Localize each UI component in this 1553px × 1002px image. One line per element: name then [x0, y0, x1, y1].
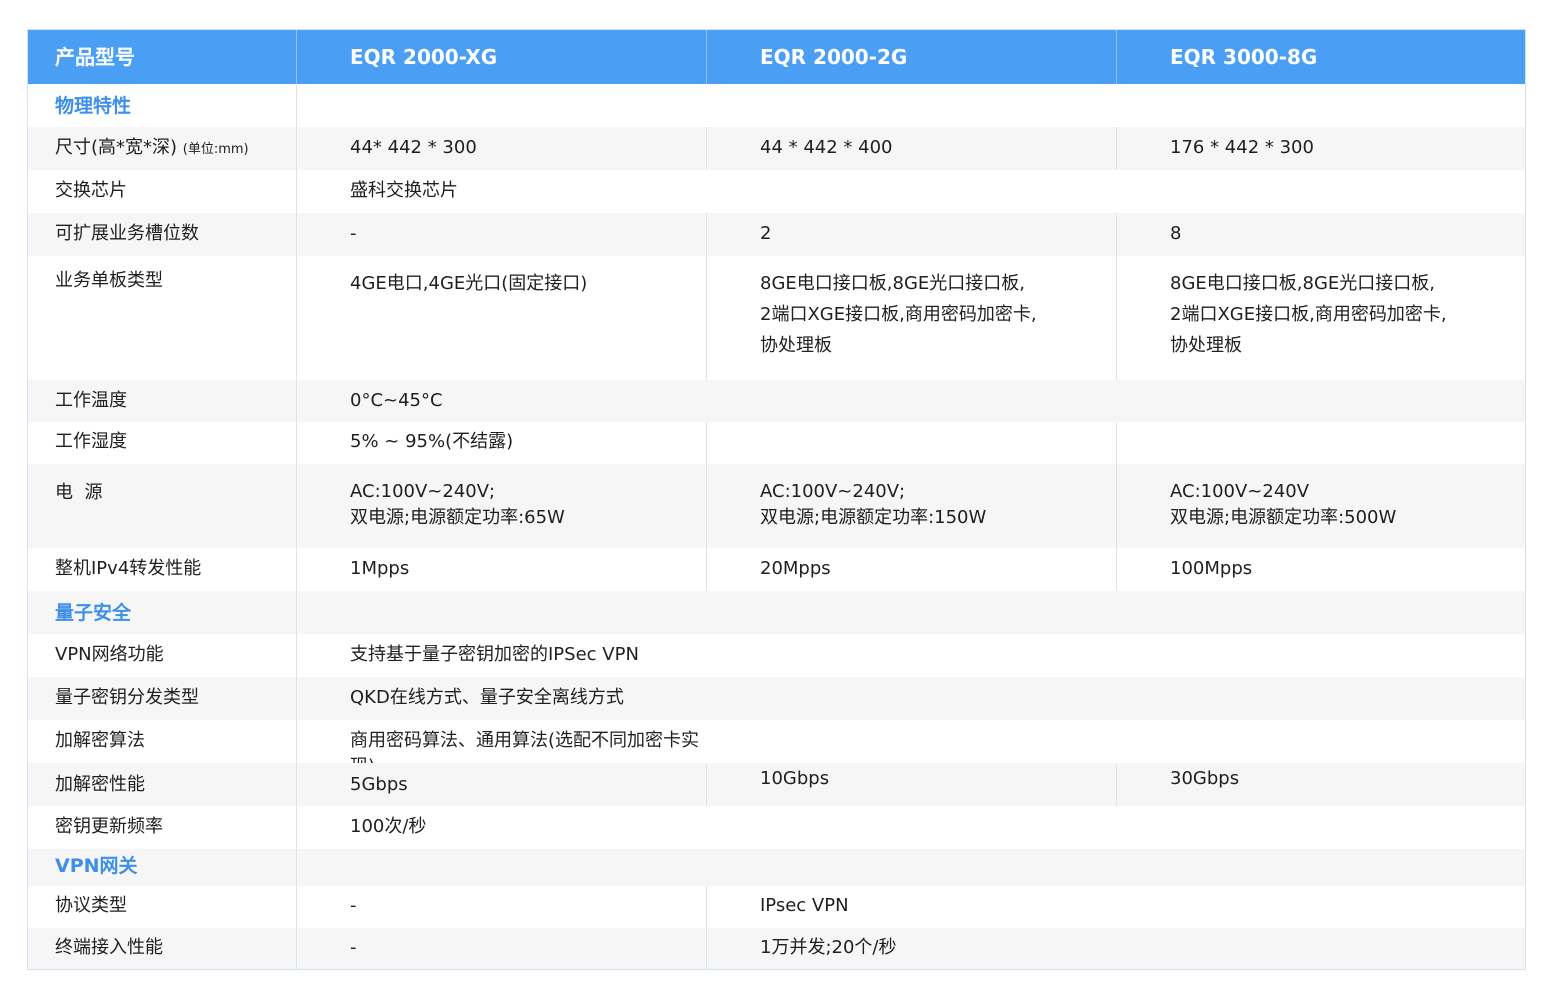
- table-row: 工作温度 0°C~45°C: [28, 380, 1525, 422]
- table-row: 交换芯片 盛科交换芯片: [28, 170, 1525, 213]
- cell-value: 100Mpps: [1170, 558, 1253, 579]
- spec-table: 产品型号 EQR 2000-XG EQR 2000-2G EQR 3000-8G…: [27, 29, 1526, 970]
- header-cell-eqr20002g: EQR 2000-2G: [706, 30, 1116, 84]
- table-row: 整机IPv4转发性能 1Mpps 20Mpps 100Mpps: [28, 548, 1525, 591]
- table-row: 密钥更新频率 100次/秒: [28, 806, 1525, 849]
- cell-value: 176 * 442 * 300: [1170, 137, 1314, 158]
- table-row: 协议类型 - IPsec VPN: [28, 886, 1525, 928]
- row-label: 业务单板类型: [55, 270, 163, 291]
- cell-value: 4GE电口,4GE光口(固定接口): [350, 273, 588, 294]
- row-label: 交换芯片: [55, 180, 127, 201]
- table-row: 工作湿度 5% ~ 95%(不结露): [28, 422, 1525, 464]
- cell-value: 支持基于量子密钥加密的IPSec VPN: [350, 644, 639, 665]
- row-label: 加解密算法: [55, 730, 145, 751]
- table-row: 量子密钥分发类型 QKD在线方式、量子安全离线方式: [28, 677, 1525, 720]
- row-label: 可扩展业务槽位数: [55, 223, 199, 244]
- row-label: 工作温度: [55, 390, 127, 411]
- section-title: 量子安全: [55, 602, 132, 624]
- cell-value: 10Gbps: [760, 768, 830, 789]
- cell-value: 8: [1170, 223, 1182, 244]
- table-row: 终端接入性能 - 1万并发;20个/秒: [28, 928, 1525, 969]
- table-row: 尺寸(高*宽*深) (单位:mm) 44* 442 * 300 44 * 442…: [28, 127, 1525, 170]
- cell-value: 44 * 442 * 400: [760, 137, 893, 158]
- row-label: VPN网络功能: [55, 644, 164, 665]
- cell-value: 20Mpps: [760, 558, 831, 579]
- cell-value: 1万并发;20个/秒: [760, 937, 897, 958]
- cell-value: QKD在线方式、量子安全离线方式: [350, 687, 624, 708]
- cell-value: 8GE电口接口板,8GE光口接口板, 2端口XGE接口板,商用密码加密卡, 协处…: [760, 273, 1037, 356]
- table-row: 可扩展业务槽位数 - 2 8: [28, 213, 1525, 256]
- section-title: VPN网关: [55, 855, 138, 877]
- cell-value: AC:100V~240V; 双电源;电源额定功率:150W: [760, 481, 987, 528]
- row-label: 电 源: [55, 482, 103, 503]
- header-cell-model: 产品型号: [55, 45, 135, 69]
- cell-value: -: [350, 223, 357, 244]
- cell-value: -: [350, 937, 357, 958]
- section-row-vpn: VPN网关: [28, 849, 1525, 886]
- row-label: 密钥更新频率: [55, 816, 163, 837]
- row-label: 终端接入性能: [55, 937, 163, 958]
- row-label: 尺寸(高*宽*深): [55, 137, 178, 158]
- row-label: 整机IPv4转发性能: [55, 558, 202, 579]
- cell-value: AC:100V~240V 双电源;电源额定功率:500W: [1170, 481, 1397, 528]
- section-row-physical: 物理特性: [28, 84, 1525, 127]
- cell-value: 5Gbps: [350, 774, 408, 795]
- cell-value: 1Mpps: [350, 558, 410, 579]
- row-label: 工作湿度: [55, 431, 127, 452]
- row-label: 加解密性能: [55, 774, 145, 795]
- table-row: 加解密性能 5Gbps 10Gbps 30Gbps: [28, 763, 1525, 806]
- cell-value: AC:100V~240V; 双电源;电源额定功率:65W: [350, 481, 565, 528]
- row-label: 量子密钥分发类型: [55, 687, 199, 708]
- table-row: 加解密算法 商用密码算法、通用算法(选配不同加密卡实现): [28, 720, 1525, 777]
- cell-value: 30Gbps: [1170, 768, 1240, 789]
- header-cell-eqr30008g: EQR 3000-8G: [1116, 30, 1525, 84]
- table-row: VPN网络功能 支持基于量子密钥加密的IPSec VPN: [28, 634, 1525, 677]
- cell-value: IPsec VPN: [760, 895, 849, 916]
- section-title: 物理特性: [55, 95, 132, 117]
- cell-value: 0°C~45°C: [350, 390, 443, 411]
- cell-value: 44* 442 * 300: [350, 137, 477, 158]
- row-label: 协议类型: [55, 895, 127, 916]
- cell-value: 8GE电口接口板,8GE光口接口板, 2端口XGE接口板,商用密码加密卡, 协处…: [1170, 273, 1447, 356]
- unit-label: (单位:mm): [182, 142, 249, 157]
- cell-value: -: [350, 895, 357, 916]
- cell-value: 盛科交换芯片: [350, 180, 458, 201]
- table-row: 业务单板类型 4GE电口,4GE光口(固定接口) 8GE电口接口板,8GE光口接…: [28, 256, 1525, 380]
- cell-value: 100次/秒: [350, 816, 427, 837]
- cell-value: 2: [760, 223, 772, 244]
- table-row: 电 源 AC:100V~240V; 双电源;电源额定功率:65W AC:100V…: [28, 464, 1525, 548]
- section-row-quantum: 量子安全: [28, 591, 1525, 634]
- cell-value: 5% ~ 95%(不结露): [350, 431, 514, 452]
- header-cell-eqr2000xg: EQR 2000-XG: [296, 30, 706, 84]
- table-header: 产品型号 EQR 2000-XG EQR 2000-2G EQR 3000-8G: [28, 30, 1525, 84]
